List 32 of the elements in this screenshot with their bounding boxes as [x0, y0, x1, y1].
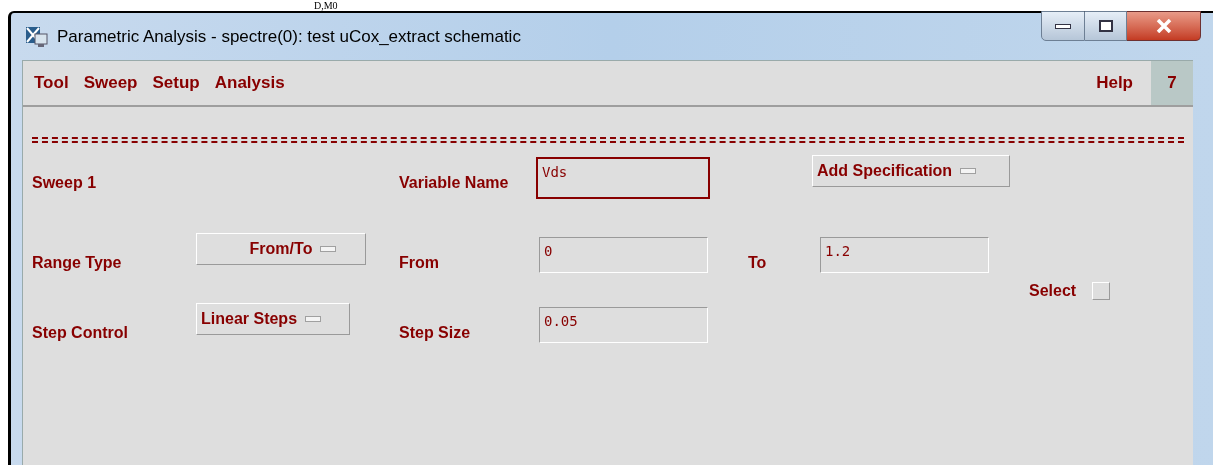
input-field[interactable]: 1.2: [820, 237, 989, 273]
background-text: D,M0: [314, 0, 338, 11]
option-menu-icon: [960, 168, 977, 174]
dropdown-button[interactable]: From/To: [196, 233, 366, 265]
window-title: Parametric Analysis - spectre(0): test uCox_extract schematic: [57, 25, 521, 48]
menu-item[interactable]: Setup: [152, 70, 200, 96]
number-badge: 7: [1151, 61, 1193, 105]
close-button[interactable]: [1127, 11, 1201, 41]
input-field[interactable]: 0.05: [539, 307, 708, 343]
field-label: Select: [1029, 281, 1077, 301]
section-title: Sweep 1: [32, 174, 97, 191]
field-label: Range Type: [32, 254, 122, 271]
field-label: From: [399, 254, 439, 271]
field-label: Step Control: [32, 324, 128, 341]
option-menu-icon: [305, 316, 322, 322]
input-field[interactable]: Vds: [536, 157, 710, 199]
close-icon: [1155, 19, 1172, 33]
menu-item[interactable]: Tool: [34, 70, 69, 96]
app-icon: [25, 24, 49, 49]
field-label: To: [748, 254, 767, 271]
select-checkbox[interactable]: [1092, 282, 1111, 300]
option-menu-icon: [320, 246, 337, 252]
dropdown-button[interactable]: Add Specification: [812, 155, 1010, 187]
input-field[interactable]: 0: [539, 237, 708, 273]
field-label: Variable Name: [399, 174, 509, 191]
menu-item[interactable]: Sweep: [83, 70, 138, 96]
help-menu[interactable]: Help: [1096, 70, 1133, 96]
field-label: Step Size: [399, 324, 471, 341]
dropdown-button[interactable]: Linear Steps: [196, 303, 350, 335]
maximize-button[interactable]: [1085, 11, 1127, 41]
minimize-button[interactable]: [1041, 11, 1085, 41]
menu-item[interactable]: Analysis: [214, 70, 285, 96]
